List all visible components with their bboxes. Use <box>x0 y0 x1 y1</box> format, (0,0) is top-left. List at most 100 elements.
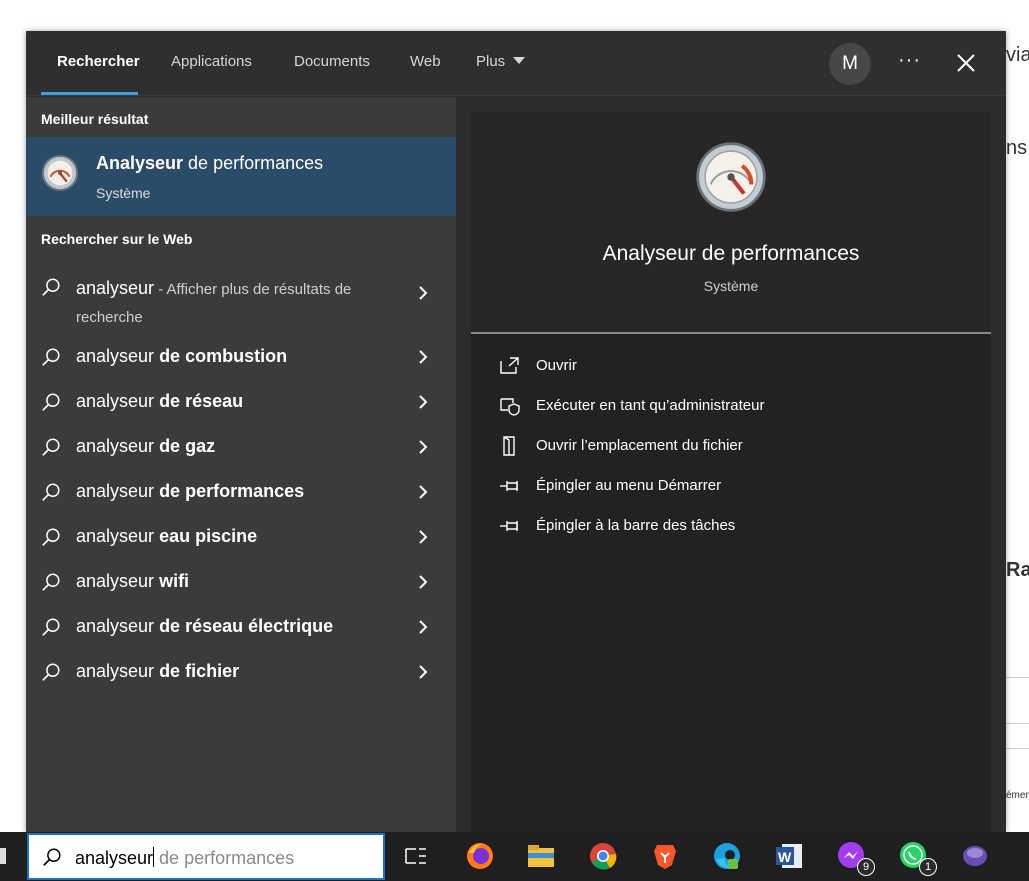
active-tab-indicator <box>41 92 138 95</box>
open-icon <box>500 357 519 374</box>
tab-documents[interactable]: Documents <box>294 53 370 70</box>
action-label: Ouvrir l’emplacement du fichier <box>536 437 743 454</box>
web-result-item[interactable]: analyseur de réseau <box>26 380 456 425</box>
action-label: Ouvrir <box>536 357 577 374</box>
action-open[interactable]: Ouvrir <box>499 352 959 382</box>
preview-pane: Analyseur de performances Système Ouvrir… <box>456 97 1006 832</box>
tab-plus-label: Plus <box>476 53 506 70</box>
gauge-icon <box>696 142 766 212</box>
chevron-right-icon <box>419 575 428 589</box>
background-fragment: via <box>1006 44 1029 66</box>
background-fragment: ns <box>1006 137 1028 159</box>
best-match-item[interactable]: Analyseur de performances Système <box>26 137 456 216</box>
web-result-item[interactable]: analyseur de réseau électrique <box>26 605 456 650</box>
search-panel: Rechercher Applications Documents Web Pl… <box>26 31 1006 832</box>
search-icon <box>42 618 60 636</box>
more-options-button[interactable]: ··· <box>898 49 921 72</box>
svg-text:W: W <box>778 849 792 865</box>
tab-plus[interactable]: Plus <box>476 53 526 70</box>
close-icon[interactable] <box>954 51 978 75</box>
search-tabs-bar: Rechercher Applications Documents Web Pl… <box>26 31 1006 96</box>
search-icon <box>42 573 60 591</box>
best-match-heading: Meilleur résultat <box>41 111 149 127</box>
caret-down-icon <box>513 57 526 64</box>
web-search-heading: Rechercher sur le Web <box>41 231 193 247</box>
web-result-item[interactable]: analyseur de gaz <box>26 425 456 470</box>
search-icon <box>42 393 60 411</box>
tab-applications[interactable]: Applications <box>171 53 252 70</box>
action-pin-start[interactable]: Épingler au menu Démarrer <box>499 472 959 502</box>
action-open-file-location[interactable]: Ouvrir l’emplacement du fichier <box>499 432 959 462</box>
taskbar-search-box[interactable]: analyseur de performances <box>27 833 385 880</box>
web-result-item[interactable]: analyseur de performances <box>26 470 456 515</box>
notification-badge: 1 <box>919 858 937 876</box>
search-autocomplete-hint: de performances <box>154 848 295 868</box>
chevron-right-icon <box>419 286 428 300</box>
search-icon <box>42 483 60 501</box>
chevron-right-icon <box>419 530 428 544</box>
preview-header: Analyseur de performances Système <box>471 112 991 334</box>
background-divider <box>1006 723 1029 724</box>
background-fragment: émen <box>1006 790 1029 801</box>
chevron-right-icon <box>419 350 428 364</box>
gauge-icon <box>41 154 79 192</box>
web-result-label: analyseur de performances <box>76 481 305 501</box>
preview-title: Analyseur de performances <box>602 242 860 265</box>
web-result-label: analyseur - Afficher plus de résultats d… <box>76 278 352 326</box>
web-result-item[interactable]: analyseur wifi <box>26 560 456 605</box>
search-input[interactable]: analyseur de performances <box>75 847 294 869</box>
background-divider <box>1006 748 1029 749</box>
firefox-icon[interactable] <box>465 841 495 871</box>
chevron-right-icon <box>419 395 428 409</box>
task-view-icon[interactable] <box>401 841 431 871</box>
best-match-title: Analyseur de performances <box>96 153 324 173</box>
web-result-item[interactable]: analyseur de combustion <box>26 335 456 380</box>
word-icon[interactable]: W <box>774 841 804 871</box>
background-fragment: Rap <box>1006 559 1029 581</box>
chevron-right-icon <box>419 665 428 679</box>
web-result-label: analyseur wifi <box>76 571 190 591</box>
search-icon <box>42 438 60 456</box>
action-label: Épingler au menu Démarrer <box>536 477 722 494</box>
web-result-item[interactable]: analyseur - Afficher plus de résultats d… <box>26 265 456 327</box>
web-result-item[interactable]: analyseur eau piscine <box>26 515 456 560</box>
taskbar: analyseur de performances W 9 1 <box>0 832 1029 881</box>
edge-icon[interactable] <box>712 841 742 871</box>
chevron-right-icon <box>419 485 428 499</box>
file-explorer-icon[interactable] <box>526 841 556 871</box>
background-divider <box>1006 677 1029 678</box>
search-icon <box>42 663 60 681</box>
preview-subtitle: Système <box>703 278 759 294</box>
web-result-label: analyseur de combustion <box>76 346 288 366</box>
admin-shield-icon <box>500 398 520 416</box>
web-result-label: analyseur de fichier <box>76 661 240 681</box>
search-icon <box>43 848 61 866</box>
tab-rechercher[interactable]: Rechercher <box>57 53 140 70</box>
notification-badge: 9 <box>857 858 875 876</box>
preview-card: Analyseur de performances Système Ouvrir… <box>471 112 991 832</box>
web-result-label: analyseur de réseau électrique <box>76 616 334 636</box>
best-match-subtitle: Système <box>96 185 151 201</box>
chevron-right-icon <box>419 620 428 634</box>
avatar[interactable]: M <box>829 43 871 85</box>
app-icon[interactable] <box>960 841 990 871</box>
pin-icon <box>500 481 518 491</box>
search-icon <box>42 278 60 296</box>
brave-icon[interactable] <box>650 841 680 871</box>
search-icon <box>42 348 60 366</box>
results-list: Meilleur résultat Analyseur de performan… <box>26 97 456 832</box>
web-result-label: analyseur eau piscine <box>76 526 258 546</box>
action-label: Épingler à la barre des tâches <box>536 517 736 534</box>
search-icon <box>42 528 60 546</box>
action-pin-taskbar[interactable]: Épingler à la barre des tâches <box>499 512 959 542</box>
tab-web[interactable]: Web <box>410 53 441 70</box>
pin-icon <box>500 521 518 531</box>
chevron-right-icon <box>419 440 428 454</box>
web-result-item[interactable]: analyseur de fichier <box>26 650 456 695</box>
chrome-icon[interactable] <box>588 841 618 871</box>
action-run-as-admin[interactable]: Exécuter en tant qu’administrateur <box>499 392 959 422</box>
action-label: Exécuter en tant qu’administrateur <box>536 397 765 414</box>
start-button[interactable] <box>0 848 6 864</box>
file-location-icon <box>503 436 515 456</box>
web-result-label: analyseur de réseau <box>76 391 244 411</box>
